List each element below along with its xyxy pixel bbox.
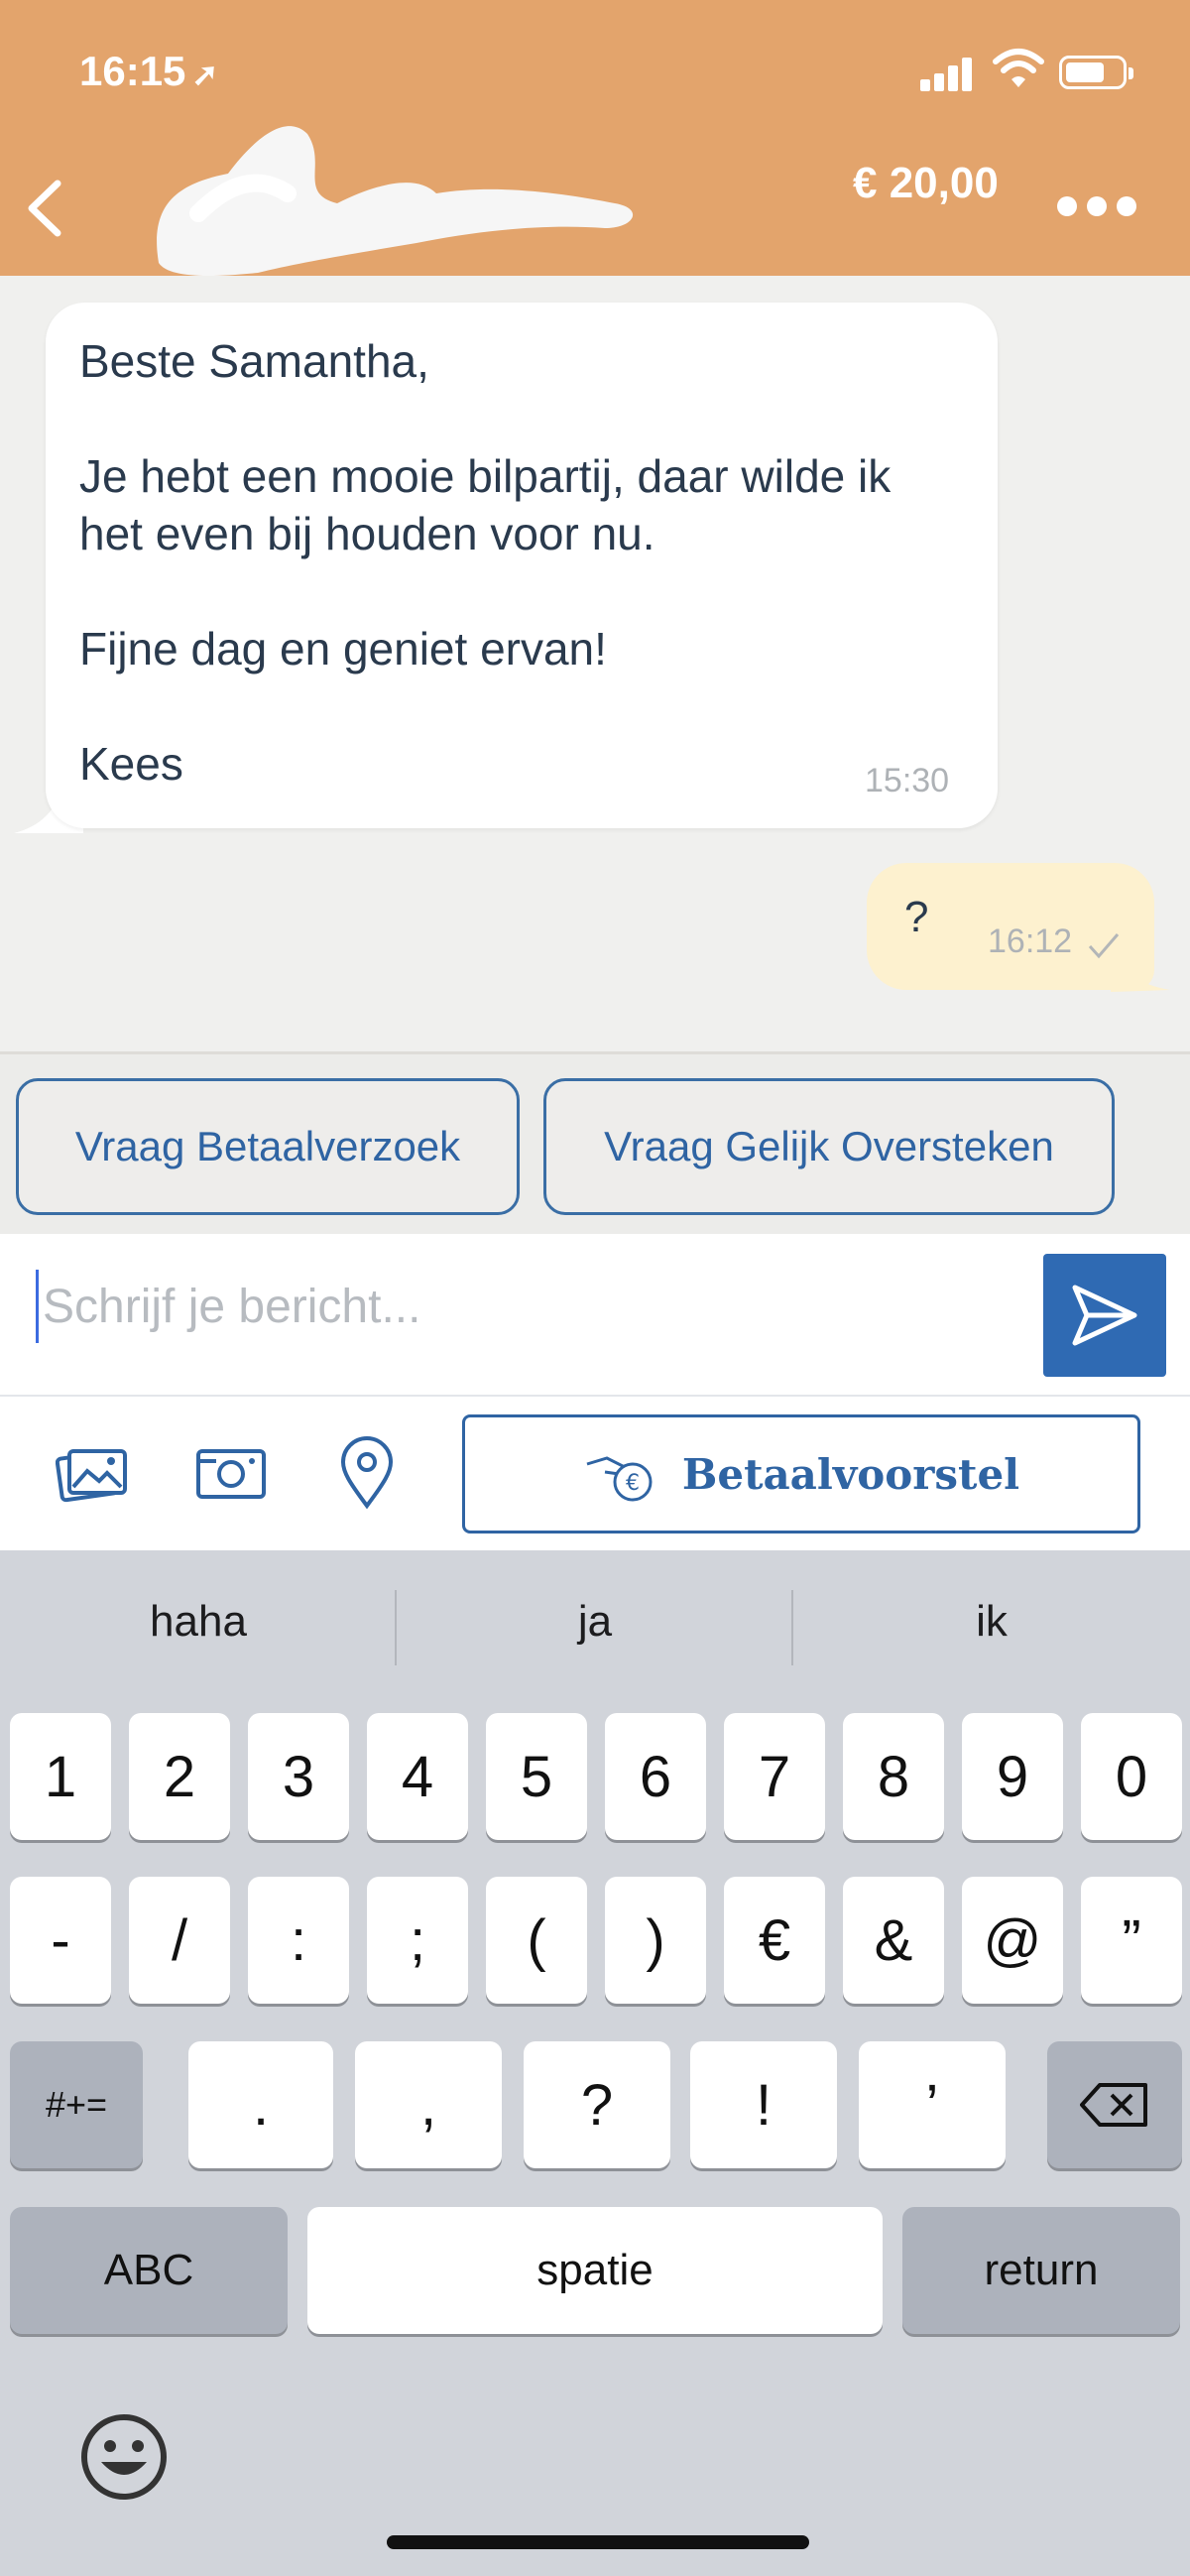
payment-proposal-button[interactable]: € Betaalvoorstel [462, 1414, 1140, 1533]
suggestion-divider [395, 1590, 397, 1665]
payment-proposal-label: Betaalvoorstel [681, 1449, 1020, 1499]
request-exchange-button[interactable]: Vraag Gelijk Oversteken [543, 1078, 1115, 1215]
send-icon [1072, 1285, 1137, 1346]
key-ampersand[interactable]: & [843, 1877, 944, 2004]
location-arrow-icon: ➚ [191, 57, 219, 92]
key-close-paren[interactable]: ) [605, 1877, 706, 2004]
svg-text:€: € [626, 1471, 640, 1496]
key-5[interactable]: 5 [486, 1713, 587, 1840]
key-7[interactable]: 7 [724, 1713, 825, 1840]
home-indicator [387, 2535, 809, 2549]
outgoing-message-time: 16:12 [988, 922, 1073, 960]
status-time: 16:15 ➚ [79, 48, 219, 94]
signal-icon [920, 56, 980, 91]
key-open-paren[interactable]: ( [486, 1877, 587, 2004]
location-pin-icon[interactable] [339, 1436, 395, 1510]
key-exclamation[interactable]: ! [690, 2041, 837, 2168]
key-period[interactable]: . [188, 2041, 333, 2168]
send-button[interactable] [1043, 1254, 1166, 1377]
back-chevron-icon[interactable] [20, 174, 69, 243]
key-0[interactable]: 0 [1081, 1713, 1182, 1840]
request-payment-button[interactable]: Vraag Betaalverzoek [16, 1078, 520, 1215]
key-at[interactable]: @ [962, 1877, 1063, 2004]
key-comma[interactable]: , [355, 2041, 502, 2168]
space-key[interactable]: spatie [307, 2207, 883, 2334]
redacted-contact-name[interactable] [139, 114, 654, 283]
incoming-message-time: 15:30 [865, 762, 950, 799]
key-quote[interactable]: ” [1081, 1877, 1182, 2004]
key-colon[interactable]: : [248, 1877, 349, 2004]
key-9[interactable]: 9 [962, 1713, 1063, 1840]
suggestion-3[interactable]: ik [798, 1597, 1185, 1647]
key-more-symbols[interactable]: #+= [10, 2041, 143, 2168]
key-1[interactable]: 1 [10, 1713, 111, 1840]
delete-key[interactable] [1047, 2041, 1182, 2168]
wifi-icon [993, 49, 1044, 87]
gallery-icon[interactable] [56, 1443, 131, 1503]
key-euro[interactable]: € [724, 1877, 825, 2004]
price-label: € 20,00 [853, 159, 999, 207]
key-question[interactable]: ? [524, 2041, 670, 2168]
hand-euro-icon: € [586, 1456, 653, 1502]
key-apostrophe[interactable]: ’ [859, 2041, 1006, 2168]
key-8[interactable]: 8 [843, 1713, 944, 1840]
key-4[interactable]: 4 [367, 1713, 468, 1840]
more-options-icon[interactable] [1057, 196, 1136, 226]
backspace-icon [1080, 2083, 1147, 2127]
camera-icon[interactable] [194, 1443, 268, 1503]
sent-check-icon [1088, 933, 1120, 959]
suggestion-2[interactable]: ja [402, 1597, 788, 1647]
key-slash[interactable]: / [129, 1877, 230, 2004]
key-abc[interactable]: ABC [10, 2207, 288, 2334]
message-input[interactable] [36, 1270, 997, 1343]
emoji-icon[interactable] [79, 2412, 169, 2502]
suggestion-1[interactable]: haha [5, 1597, 392, 1647]
return-key[interactable]: return [902, 2207, 1180, 2334]
outgoing-message-text: ? [904, 893, 929, 941]
key-6[interactable]: 6 [605, 1713, 706, 1840]
key-2[interactable]: 2 [129, 1713, 230, 1840]
key-hyphen[interactable]: - [10, 1877, 111, 2004]
suggestion-divider [791, 1590, 793, 1665]
key-3[interactable]: 3 [248, 1713, 349, 1840]
key-semicolon[interactable]: ; [367, 1877, 468, 2004]
battery-icon [1059, 56, 1133, 89]
incoming-message-text: Beste Samantha, Je hebt een mooie bilpar… [79, 335, 892, 790]
